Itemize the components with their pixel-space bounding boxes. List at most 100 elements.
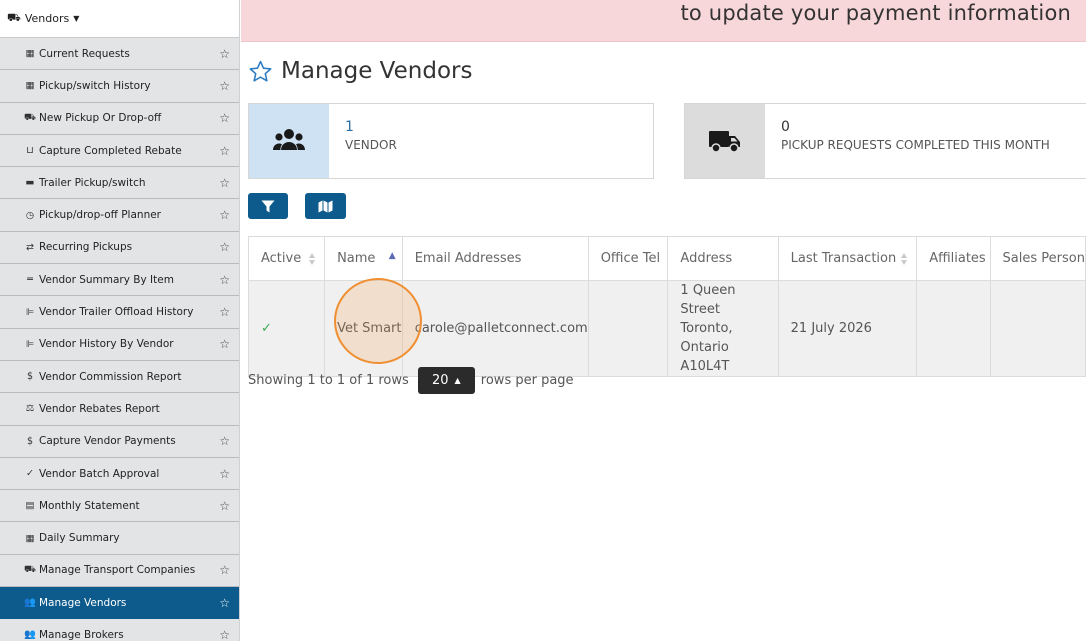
pagination-info: Showing 1 to 1 of 1 rows [248, 373, 409, 388]
column-header-sales-person[interactable]: Sales Person [989, 236, 1086, 281]
users-icon: 👥 [24, 629, 36, 641]
users-icon: 👥 [24, 597, 36, 609]
sidebar-item-label: Daily Summary [39, 532, 120, 545]
filter-icon [261, 200, 275, 212]
column-header-office-tel[interactable]: Office Tel [587, 236, 669, 281]
sidebar-item-vendor-rebates-report[interactable]: ⚖ Vendor Rebates Report [0, 393, 239, 426]
star-icon[interactable]: ☆ [219, 434, 230, 448]
page-size-dropdown[interactable]: 20 ▲ [417, 367, 475, 394]
star-icon[interactable]: ☆ [219, 79, 230, 93]
star-icon[interactable]: ☆ [219, 596, 230, 610]
trailer-icon: ▬ [25, 177, 35, 189]
sidebar-item-manage-vendors[interactable]: 👥 Manage Vendors ☆ [0, 587, 239, 620]
column-header-last-transaction[interactable]: Last Transaction [777, 236, 918, 281]
cell-office-tel [587, 280, 669, 377]
column-header-affiliates[interactable]: Affiliates [916, 236, 991, 281]
star-icon[interactable]: ☆ [219, 563, 230, 577]
sort-icon [901, 253, 908, 265]
sidebar-item-vendor-summary-by-item[interactable]: ═ Vendor Summary By Item ☆ [0, 264, 239, 297]
star-icon[interactable]: ☆ [219, 273, 230, 287]
sidebar-item-label: Capture Vendor Payments [39, 435, 176, 448]
address-line: Toronto, Ontario [680, 321, 733, 355]
sidebar-item-vendor-trailer-offload-history[interactable]: ⊫ Vendor Trailer Offload History ☆ [0, 296, 239, 329]
star-icon[interactable]: ☆ [219, 208, 230, 222]
address-line: 1 Queen Street [680, 283, 736, 317]
sort-icon [309, 253, 316, 265]
map-button[interactable] [305, 193, 346, 219]
column-header-email[interactable]: Email Addresses [401, 236, 589, 281]
sidebar-item-daily-summary[interactable]: ▦ Daily Summary [0, 522, 239, 555]
sidebar-item-label: Vendor Summary By Item [39, 273, 174, 286]
sidebar-item-label: Vendor Trailer Offload History [39, 306, 194, 319]
sidebar-item-new-pickup-or-drop-off[interactable]: ⛟ New Pickup Or Drop-off ☆ [0, 103, 239, 135]
sidebar-item-trailer-pickup-switch[interactable]: ▬ Trailer Pickup/switch ☆ [0, 167, 239, 200]
sidebar-item-manage-transport-companies[interactable]: ⛟ Manage Transport Companies ☆ [0, 555, 239, 588]
payment-banner: to update your payment information [241, 0, 1086, 42]
sidebar: ⛟ Vendors ▼ ▦ Current Requests ☆ ▦ Pickup/sw… [0, 0, 240, 641]
pickups-completed-label: PICKUP REQUESTS COMPLETED THIS MONTH [781, 138, 1050, 152]
sidebar-item-vendor-batch-approval[interactable]: ✓ Vendor Batch Approval ☆ [0, 458, 239, 491]
column-label: Name [337, 251, 376, 266]
column-header-name[interactable]: Name ▲ [324, 236, 403, 281]
sidebar-item-vendor-commission-report[interactable]: $ Vendor Commission Report [0, 361, 239, 394]
star-icon[interactable]: ☆ [219, 499, 230, 513]
star-icon[interactable]: ☆ [219, 628, 230, 641]
cell-sales-person [989, 280, 1086, 377]
star-icon[interactable]: ☆ [219, 144, 230, 158]
sort-ascending-icon: ▲ [388, 251, 396, 261]
clock-icon: ◷ [25, 209, 35, 221]
star-icon[interactable]: ☆ [219, 47, 230, 61]
sidebar-section-label: Vendors [24, 12, 70, 25]
column-header-active[interactable]: Active [247, 236, 326, 281]
page-title: Manage Vendors [281, 58, 473, 84]
pickups-completed-card: 0 PICKUP REQUESTS COMPLETED THIS MONTH [684, 103, 1086, 179]
sidebar-item-label: Current Requests [39, 47, 130, 60]
sidebar-item-label: Vendor Rebates Report [39, 402, 160, 415]
sync-icon: ⇄ [26, 241, 34, 253]
star-icon[interactable]: ☆ [219, 305, 230, 319]
truck-icon: ⛟ [7, 11, 21, 24]
sidebar-item-capture-completed-rebate[interactable]: ⊔ Capture Completed Rebate ☆ [0, 135, 239, 168]
truck-icon [685, 104, 765, 178]
star-icon[interactable]: ☆ [219, 111, 230, 125]
sidebar-item-label: Capture Completed Rebate [39, 144, 182, 157]
cell-email[interactable]: carole@palletconnect.com [401, 280, 589, 377]
sidebar-item-monthly-statement[interactable]: ▤ Monthly Statement ☆ [0, 490, 239, 523]
star-outline-icon[interactable] [248, 59, 273, 84]
vendor-count-label: VENDOR [345, 138, 397, 152]
column-label: Last Transaction [790, 251, 897, 266]
sidebar-item-vendor-history-by-vendor[interactable]: ⊫ Vendor History By Vendor ☆ [0, 329, 239, 361]
dolly-icon: ⛟ [24, 112, 36, 124]
sidebar-item-label: New Pickup Or Drop-off [39, 112, 162, 125]
title-row: Manage Vendors [248, 58, 472, 84]
sidebar-item-pickup-switch-history[interactable]: ▦ Pickup/switch History ☆ [0, 70, 239, 103]
sidebar-item-capture-vendor-payments[interactable]: $ Capture Vendor Payments ☆ [0, 426, 239, 458]
column-label: Active [261, 251, 302, 266]
sidebar-item-pickup-drop-off-planner[interactable]: ◷ Pickup/drop-off Planner ☆ [0, 199, 239, 232]
caret-up-icon: ▲ [454, 376, 461, 385]
star-icon[interactable]: ☆ [219, 240, 230, 254]
sidebar-item-recurring-pickups[interactable]: ⇄ Recurring Pickups ☆ [0, 232, 239, 265]
filter-button[interactable] [248, 193, 288, 219]
list-icon: ▤ [25, 500, 35, 512]
star-icon[interactable]: ☆ [219, 176, 230, 190]
dollar-icon: $ [26, 435, 34, 447]
star-icon[interactable]: ☆ [219, 467, 230, 481]
star-icon[interactable]: ☆ [219, 337, 230, 351]
column-header-address[interactable]: Address [667, 236, 779, 281]
map-icon [318, 200, 333, 212]
sidebar-item-current-requests[interactable]: ▦ Current Requests ☆ [0, 38, 239, 71]
cell-address: 1 Queen Street Toronto, Ontario A10L4T [667, 280, 779, 377]
column-label: Address [680, 251, 733, 266]
pickups-completed-value: 0 [781, 119, 790, 135]
balance-scale-icon: ⚖ [25, 403, 35, 415]
sidebar-menu: ▦ Current Requests ☆ ▦ Pickup/switch History… [0, 38, 239, 641]
sidebar-section-vendors[interactable]: ⛟ Vendors ▼ [0, 0, 239, 38]
pagination: Showing 1 to 1 of 1 rows 20 ▲ rows per p… [248, 367, 574, 394]
cell-active: ✓ [247, 280, 326, 377]
sidebar-item-manage-brokers[interactable]: 👥 Manage Brokers ☆ [0, 619, 239, 641]
address-line: A10L4T [680, 359, 730, 374]
click-highlight [334, 278, 422, 364]
check-icon: ✓ [26, 468, 34, 479]
sidebar-item-label: Manage Vendors [39, 596, 127, 609]
